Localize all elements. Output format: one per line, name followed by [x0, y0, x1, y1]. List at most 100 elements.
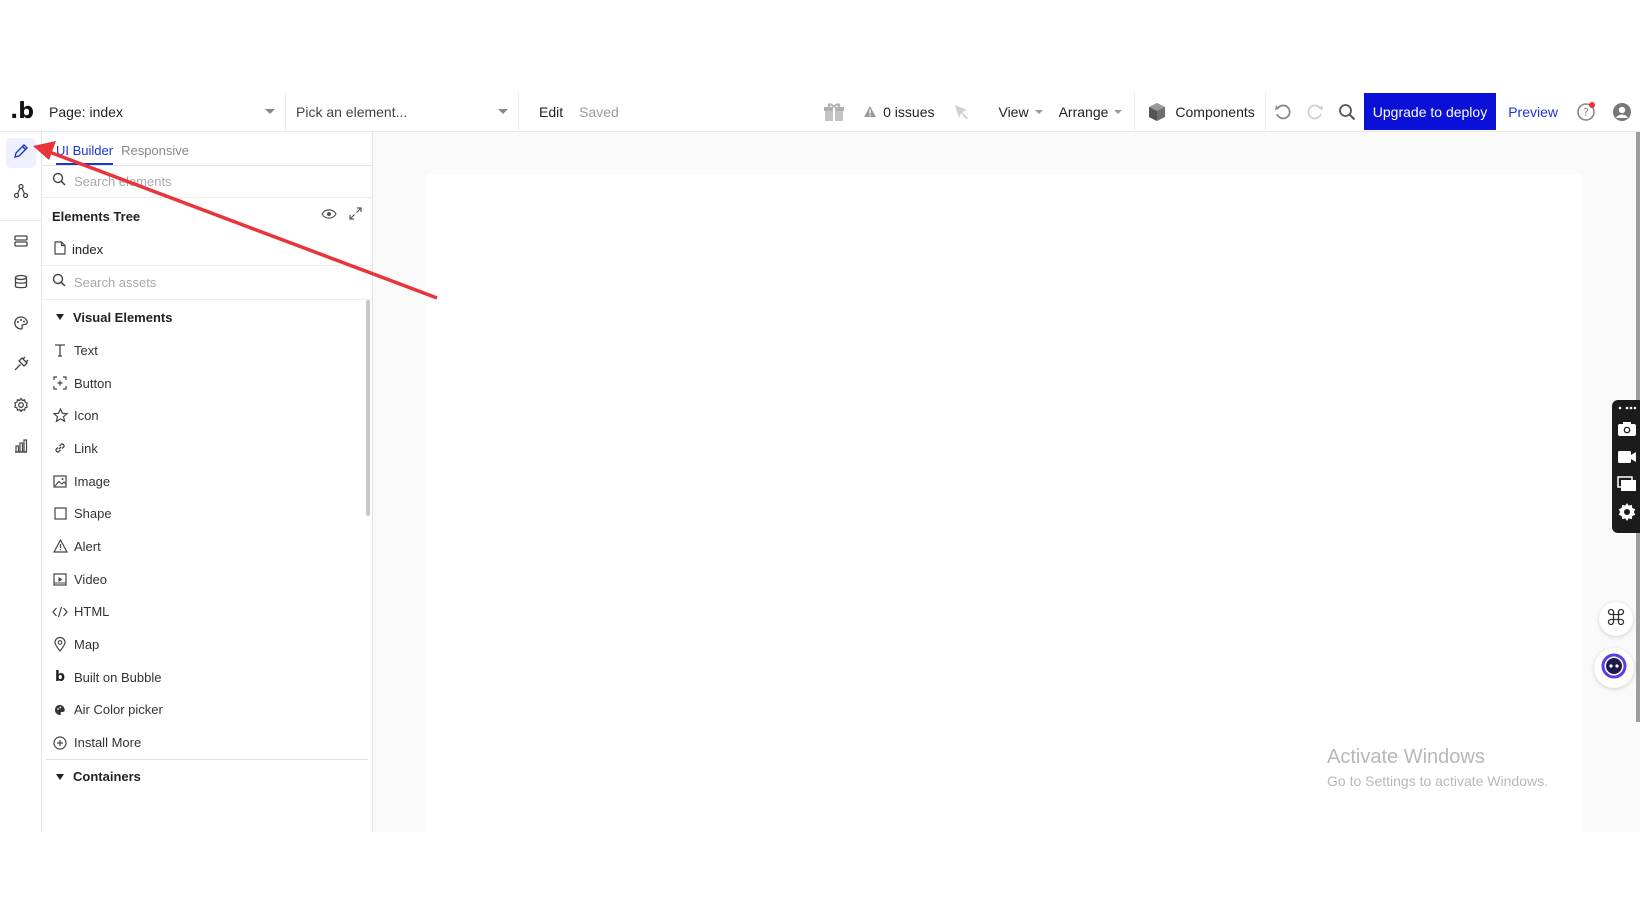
rail-data[interactable]	[6, 228, 36, 258]
element-text[interactable]: Text	[42, 334, 372, 367]
saved-status: Saved	[579, 103, 619, 120]
image-icon	[52, 473, 68, 489]
window-icon[interactable]	[1616, 473, 1638, 495]
analytics-icon	[13, 438, 29, 459]
element-image[interactable]: Image	[42, 465, 372, 498]
element-link[interactable]: Link	[42, 432, 372, 465]
text-icon	[52, 342, 68, 358]
rail-logs[interactable]	[6, 433, 36, 463]
page-canvas[interactable]	[427, 174, 1581, 832]
rail-design[interactable]	[6, 138, 36, 168]
containers-header[interactable]: Containers	[42, 760, 372, 794]
element-label: Image	[74, 473, 111, 489]
element-map[interactable]: Map	[42, 628, 372, 661]
element-air-color-picker[interactable]: Air Color picker	[42, 694, 372, 727]
rail-database[interactable]	[6, 269, 36, 299]
gift-button[interactable]	[823, 92, 845, 132]
divider	[1264, 91, 1266, 132]
page-selector[interactable]: Page: index	[44, 91, 286, 132]
containers-title: Containers	[73, 769, 141, 785]
panel-scrollbar[interactable]	[366, 300, 370, 516]
element-icon[interactable]: Icon	[42, 399, 372, 432]
design-panel: UI Builder Responsive Elements Tree	[42, 132, 373, 832]
account-button[interactable]	[1612, 92, 1632, 132]
search-assets-input[interactable]	[74, 275, 324, 290]
element-button[interactable]: Button	[42, 367, 372, 400]
undo-button[interactable]	[1274, 92, 1292, 132]
camera-icon[interactable]	[1616, 418, 1638, 440]
element-label: Button	[74, 375, 112, 391]
element-label: Link	[74, 440, 98, 456]
issues-indicator[interactable]: 0 issues	[863, 92, 934, 132]
assistant-icon	[1601, 653, 1627, 684]
bubble-logo[interactable]: .b	[0, 92, 44, 132]
tree-item-index[interactable]: index	[42, 234, 372, 266]
redo-button[interactable]	[1306, 92, 1324, 132]
element-picker[interactable]: Pick an element...	[286, 91, 519, 132]
element-alert[interactable]: Alert	[42, 530, 372, 563]
expand-icon[interactable]	[349, 207, 362, 225]
element-shape[interactable]: Shape	[42, 497, 372, 530]
element-label: Built on Bubble	[74, 669, 162, 685]
search-button[interactable]	[1338, 92, 1356, 132]
arrange-menu[interactable]: Arrange	[1059, 92, 1123, 132]
search-elements-input[interactable]	[74, 174, 324, 189]
tab-ui-builder[interactable]: UI Builder	[56, 143, 114, 165]
elements-tree-header: Elements Tree	[42, 198, 372, 234]
element-label: Video	[74, 571, 108, 587]
tree-item-label: index	[72, 242, 104, 257]
element-label: HTML	[74, 604, 110, 620]
divider	[1134, 91, 1136, 132]
help-button[interactable]: ?	[1576, 92, 1596, 132]
edit-menu[interactable]: Edit	[539, 104, 563, 120]
element-label: Alert	[74, 538, 101, 554]
element-label: Text	[74, 342, 98, 358]
rail-workflow[interactable]	[6, 178, 36, 208]
inspect-button[interactable]	[954, 92, 970, 132]
visual-elements-header[interactable]: Visual Elements	[42, 300, 372, 334]
warning-icon	[52, 538, 68, 554]
database-icon	[13, 274, 29, 295]
user-avatar-icon	[1612, 102, 1632, 122]
search-elements-row	[42, 166, 372, 198]
view-menu[interactable]: View	[998, 92, 1043, 132]
element-html[interactable]: HTML	[42, 596, 372, 629]
rail-settings[interactable]	[6, 392, 36, 422]
cursor-icon	[954, 104, 970, 120]
edit-status: Edit Saved	[519, 104, 619, 120]
warning-icon	[863, 105, 877, 118]
preview-link[interactable]: Preview	[1508, 104, 1558, 120]
assistant-button[interactable]	[1594, 648, 1634, 688]
top-bar: .b Page: index Pick an element... Edit S…	[0, 91, 1640, 132]
video-camera-icon[interactable]	[1616, 446, 1638, 468]
plugin-icon	[13, 356, 29, 377]
shortcuts-button[interactable]	[1599, 602, 1633, 636]
element-install-more[interactable]: Install More	[42, 726, 372, 759]
svg-text:?: ?	[1583, 106, 1589, 119]
components-button[interactable]: Components	[1147, 92, 1255, 132]
rail-plugins[interactable]	[6, 351, 36, 381]
square-icon	[52, 506, 68, 522]
panel-tabs: UI Builder Responsive	[42, 132, 372, 166]
watermark-title: Activate Windows	[1327, 746, 1485, 768]
search-icon	[52, 273, 66, 292]
caret-down-icon	[56, 773, 64, 780]
eye-icon[interactable]	[321, 207, 337, 225]
upgrade-button[interactable]: Upgrade to deploy	[1363, 93, 1497, 130]
element-label: Air Color picker	[74, 702, 163, 718]
recorder-toolbar	[1612, 400, 1640, 533]
settings-icon	[13, 396, 29, 418]
gear-icon[interactable]	[1616, 501, 1638, 523]
tab-responsive[interactable]: Responsive	[121, 143, 189, 165]
star-icon	[52, 408, 68, 424]
page-icon	[54, 241, 66, 258]
code-icon	[52, 604, 68, 620]
rail-styles[interactable]	[6, 310, 36, 340]
element-built-on-bubble[interactable]: b Built on Bubble	[42, 661, 372, 694]
search-assets-row	[42, 266, 372, 300]
element-video[interactable]: Video	[42, 563, 372, 596]
more-icon[interactable]	[1616, 402, 1638, 414]
element-label: Icon	[74, 408, 99, 424]
chevron-down-icon	[265, 109, 275, 114]
button-icon	[52, 375, 68, 391]
